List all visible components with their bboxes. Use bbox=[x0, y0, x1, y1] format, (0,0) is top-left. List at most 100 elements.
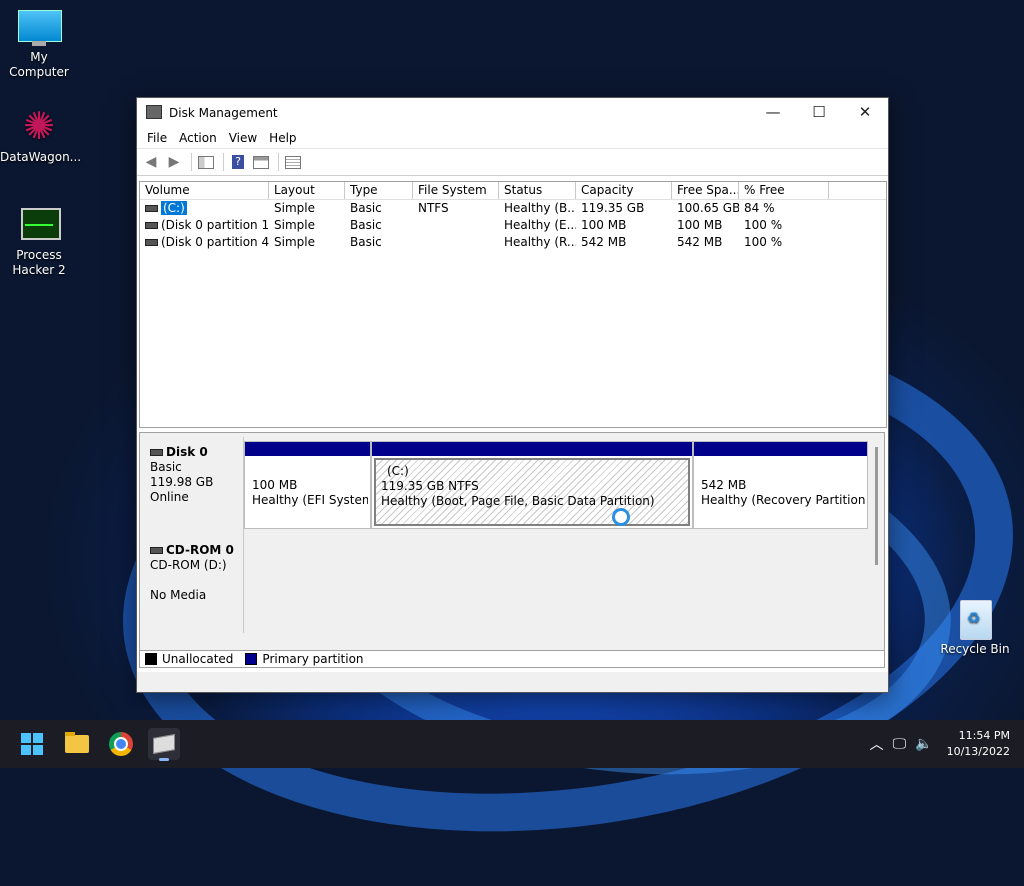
start-icon[interactable] bbox=[16, 728, 48, 760]
title-bar[interactable]: Disk Management — ☐ ✕ bbox=[137, 98, 888, 128]
taskbar: ︿ 🖵 🔈 11:54 PM 10/13/2022 bbox=[0, 720, 1024, 768]
volume-capacity: 100 MB bbox=[581, 218, 627, 232]
volume-percent-free: 84 % bbox=[744, 201, 775, 215]
column-header-free-space[interactable]: Free Spa... bbox=[672, 182, 739, 199]
close-button[interactable]: ✕ bbox=[842, 98, 888, 126]
column-header-status[interactable]: Status bbox=[499, 182, 576, 199]
help-icon[interactable]: ? bbox=[228, 152, 248, 172]
process-hacker-icon bbox=[19, 206, 61, 246]
toolbar: ◀ ▶ ? bbox=[137, 148, 888, 176]
forward-icon[interactable]: ▶ bbox=[164, 152, 184, 172]
volume-capacity: 542 MB bbox=[581, 235, 627, 249]
disk-graphical-view: Disk 0 Basic 119.98 GB Online 100 MB Hea… bbox=[139, 432, 885, 654]
disk-type: Basic bbox=[150, 460, 182, 474]
partition-c[interactable]: (C:) 119.35 GB NTFS Healthy (Boot, Page … bbox=[371, 441, 693, 529]
clock-time: 11:54 PM bbox=[958, 729, 1010, 742]
desktop-icon-recycle-bin[interactable]: ♻ Recycle Bin bbox=[936, 598, 1014, 657]
volume-file-system bbox=[413, 234, 499, 251]
clock-date: 10/13/2022 bbox=[946, 745, 1010, 758]
menu-file[interactable]: File bbox=[141, 131, 173, 145]
volume-file-system bbox=[413, 217, 499, 234]
partition-size: 100 MB bbox=[252, 478, 298, 492]
cdrom-0-label[interactable]: CD-ROM 0 CD-ROM (D:) No Media bbox=[140, 535, 244, 633]
column-header-percent-free[interactable]: % Free bbox=[739, 182, 829, 199]
drive-icon bbox=[145, 222, 158, 229]
minimize-button[interactable]: — bbox=[750, 98, 796, 126]
disk-management-window: Disk Management — ☐ ✕ File Action View H… bbox=[136, 97, 889, 693]
chrome-icon[interactable] bbox=[105, 728, 137, 760]
partition-size: 542 MB bbox=[701, 478, 747, 492]
file-explorer-icon[interactable] bbox=[61, 728, 93, 760]
volume-status: Healthy (B... bbox=[504, 201, 576, 215]
chevron-up-icon[interactable]: ︿ bbox=[870, 734, 884, 754]
desktop-icon-datawagon[interactable]: ✺ DataWagon... bbox=[0, 104, 82, 165]
back-icon[interactable]: ◀ bbox=[141, 152, 161, 172]
volume-row[interactable]: (Disk 0 partition 1) Simple Basic Health… bbox=[140, 217, 886, 234]
maximize-button[interactable]: ☐ bbox=[796, 98, 842, 126]
partition-status: Healthy (Recovery Partition) bbox=[701, 493, 865, 507]
clock[interactable]: 11:54 PM 10/13/2022 bbox=[947, 728, 1010, 760]
partition-recovery[interactable]: 542 MB Healthy (Recovery Partition) bbox=[693, 441, 868, 529]
volume-layout: Simple bbox=[274, 201, 315, 215]
desktop-icon-label: DataWagon... bbox=[0, 150, 82, 164]
toolbar-separator bbox=[278, 153, 279, 171]
volume-status: Healthy (R... bbox=[504, 235, 576, 249]
partition-efi[interactable]: 100 MB Healthy (EFI System P bbox=[244, 441, 371, 529]
monitor-icon bbox=[18, 8, 62, 48]
primary-partition-bar bbox=[694, 442, 867, 456]
disk-0-label[interactable]: Disk 0 Basic 119.98 GB Online bbox=[140, 437, 244, 535]
recycle-bin-icon: ♻ bbox=[958, 598, 992, 640]
disk-state: Online bbox=[150, 490, 189, 504]
properties-icon[interactable] bbox=[251, 152, 271, 172]
cdrom-media: No Media bbox=[150, 588, 207, 602]
primary-partition-bar bbox=[245, 442, 370, 456]
legend-unallocated: Unallocated bbox=[162, 652, 234, 666]
console-tree-icon[interactable] bbox=[196, 152, 216, 172]
volume-list-header: Volume Layout Type File System Status Ca… bbox=[140, 182, 886, 200]
desktop-icon-label: My Computer bbox=[9, 50, 69, 79]
cdrom-icon bbox=[150, 547, 163, 554]
disk-0-row: Disk 0 Basic 119.98 GB Online 100 MB Hea… bbox=[140, 437, 868, 535]
volume-row[interactable]: (C:) Simple Basic NTFS Healthy (B... 119… bbox=[140, 200, 886, 217]
rescan-icon[interactable] bbox=[283, 152, 303, 172]
volume-row[interactable]: (Disk 0 partition 4) Simple Basic Health… bbox=[140, 234, 886, 251]
cdrom-name: CD-ROM 0 bbox=[166, 543, 234, 557]
datawagon-icon: ✺ bbox=[23, 104, 55, 148]
disk-view-scrollbar[interactable] bbox=[875, 447, 878, 565]
toolbar-separator bbox=[223, 153, 224, 171]
primary-partition-swatch bbox=[245, 653, 258, 665]
menu-help[interactable]: Help bbox=[263, 131, 302, 145]
volume-icon[interactable]: 🔈 bbox=[915, 736, 932, 752]
volume-free-space: 100.65 GB bbox=[677, 201, 739, 215]
disk-size: 119.98 GB bbox=[150, 475, 214, 489]
desktop-icon-process-hacker[interactable]: Process Hacker 2 bbox=[0, 206, 78, 278]
volume-percent-free: 100 % bbox=[744, 235, 783, 249]
volume-layout: Simple bbox=[274, 218, 315, 232]
menu-view[interactable]: View bbox=[223, 131, 263, 145]
column-header-type[interactable]: Type bbox=[345, 182, 413, 199]
network-icon[interactable]: 🖵 bbox=[893, 736, 907, 752]
desktop-icon-label: Process Hacker 2 bbox=[12, 248, 66, 277]
volume-type: Basic bbox=[350, 218, 382, 232]
disk-icon bbox=[150, 449, 163, 456]
volume-type: Basic bbox=[350, 201, 382, 215]
volume-list: Volume Layout Type File System Status Ca… bbox=[139, 181, 887, 428]
desktop-icon-my-computer[interactable]: My Computer bbox=[0, 8, 78, 80]
volume-name: (Disk 0 partition 4) bbox=[161, 235, 269, 249]
volume-free-space: 542 MB bbox=[677, 235, 723, 249]
volume-name: (C:) bbox=[161, 201, 187, 215]
column-header-file-system[interactable]: File System bbox=[413, 182, 499, 199]
unallocated-swatch bbox=[145, 653, 157, 665]
column-header-layout[interactable]: Layout bbox=[269, 182, 345, 199]
volume-free-space: 100 MB bbox=[677, 218, 723, 232]
legend-primary: Primary partition bbox=[262, 652, 364, 666]
window-title: Disk Management bbox=[169, 106, 278, 120]
volume-percent-free: 100 % bbox=[744, 218, 783, 232]
volume-file-system: NTFS bbox=[418, 201, 449, 215]
menu-action[interactable]: Action bbox=[173, 131, 223, 145]
column-header-capacity[interactable]: Capacity bbox=[576, 182, 672, 199]
volume-status: Healthy (E... bbox=[504, 218, 576, 232]
disk-management-icon[interactable] bbox=[148, 728, 180, 761]
column-header-volume[interactable]: Volume bbox=[140, 182, 269, 199]
status-bar bbox=[137, 672, 888, 692]
